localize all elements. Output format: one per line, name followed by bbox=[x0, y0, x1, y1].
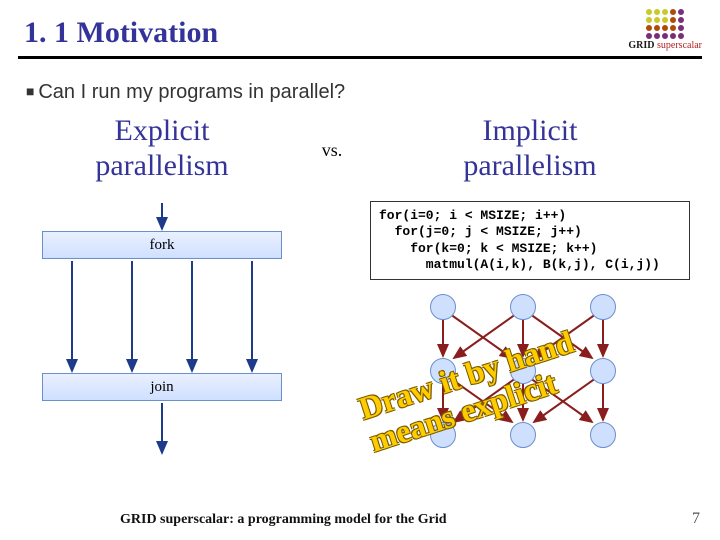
slide-title: 1. 1 Motivation bbox=[0, 0, 720, 56]
brand-logo: GRID superscalar bbox=[628, 8, 702, 51]
dag-node bbox=[430, 358, 456, 384]
explicit-heading-line1: Explicit bbox=[115, 114, 210, 147]
logo-brand: GRID bbox=[628, 40, 654, 51]
dag-node bbox=[510, 294, 536, 320]
fork-bar: fork bbox=[42, 231, 282, 259]
join-bar: join bbox=[42, 373, 282, 401]
logo-sub: superscalar bbox=[657, 40, 702, 51]
dependency-dag bbox=[380, 284, 680, 464]
explicit-column: Explicit parallelism fork bbox=[22, 114, 302, 461]
dag-node bbox=[590, 358, 616, 384]
explicit-heading: Explicit parallelism bbox=[22, 114, 302, 183]
dag-node bbox=[590, 422, 616, 448]
dag-node bbox=[510, 358, 536, 384]
logo-dot-grid bbox=[628, 8, 702, 40]
dag-node bbox=[510, 422, 536, 448]
implicit-heading-line1: Implicit bbox=[483, 114, 578, 147]
dag-node bbox=[590, 294, 616, 320]
page-number: 7 bbox=[692, 510, 700, 528]
fork-label: fork bbox=[150, 237, 175, 254]
dag-node bbox=[430, 294, 456, 320]
logo-text: GRID superscalar bbox=[628, 40, 702, 51]
implicit-heading: Implicit parallelism bbox=[362, 114, 698, 183]
implicit-column: Implicit parallelism for(i=0; i < MSIZE;… bbox=[362, 114, 698, 464]
fork-join-diagram: fork join bbox=[42, 201, 282, 461]
bullet-question: Can I run my programs in parallel? bbox=[0, 59, 720, 104]
code-snippet: for(i=0; i < MSIZE; i++) for(j=0; j < MS… bbox=[370, 201, 690, 280]
vs-label: vs. bbox=[302, 114, 362, 161]
dag-node bbox=[430, 422, 456, 448]
join-label: join bbox=[150, 379, 173, 396]
implicit-heading-line2: parallelism bbox=[463, 149, 596, 182]
explicit-heading-line2: parallelism bbox=[95, 149, 228, 182]
two-column-body: Explicit parallelism fork bbox=[0, 104, 720, 464]
footer-text: GRID superscalar: a programming model fo… bbox=[120, 512, 447, 528]
